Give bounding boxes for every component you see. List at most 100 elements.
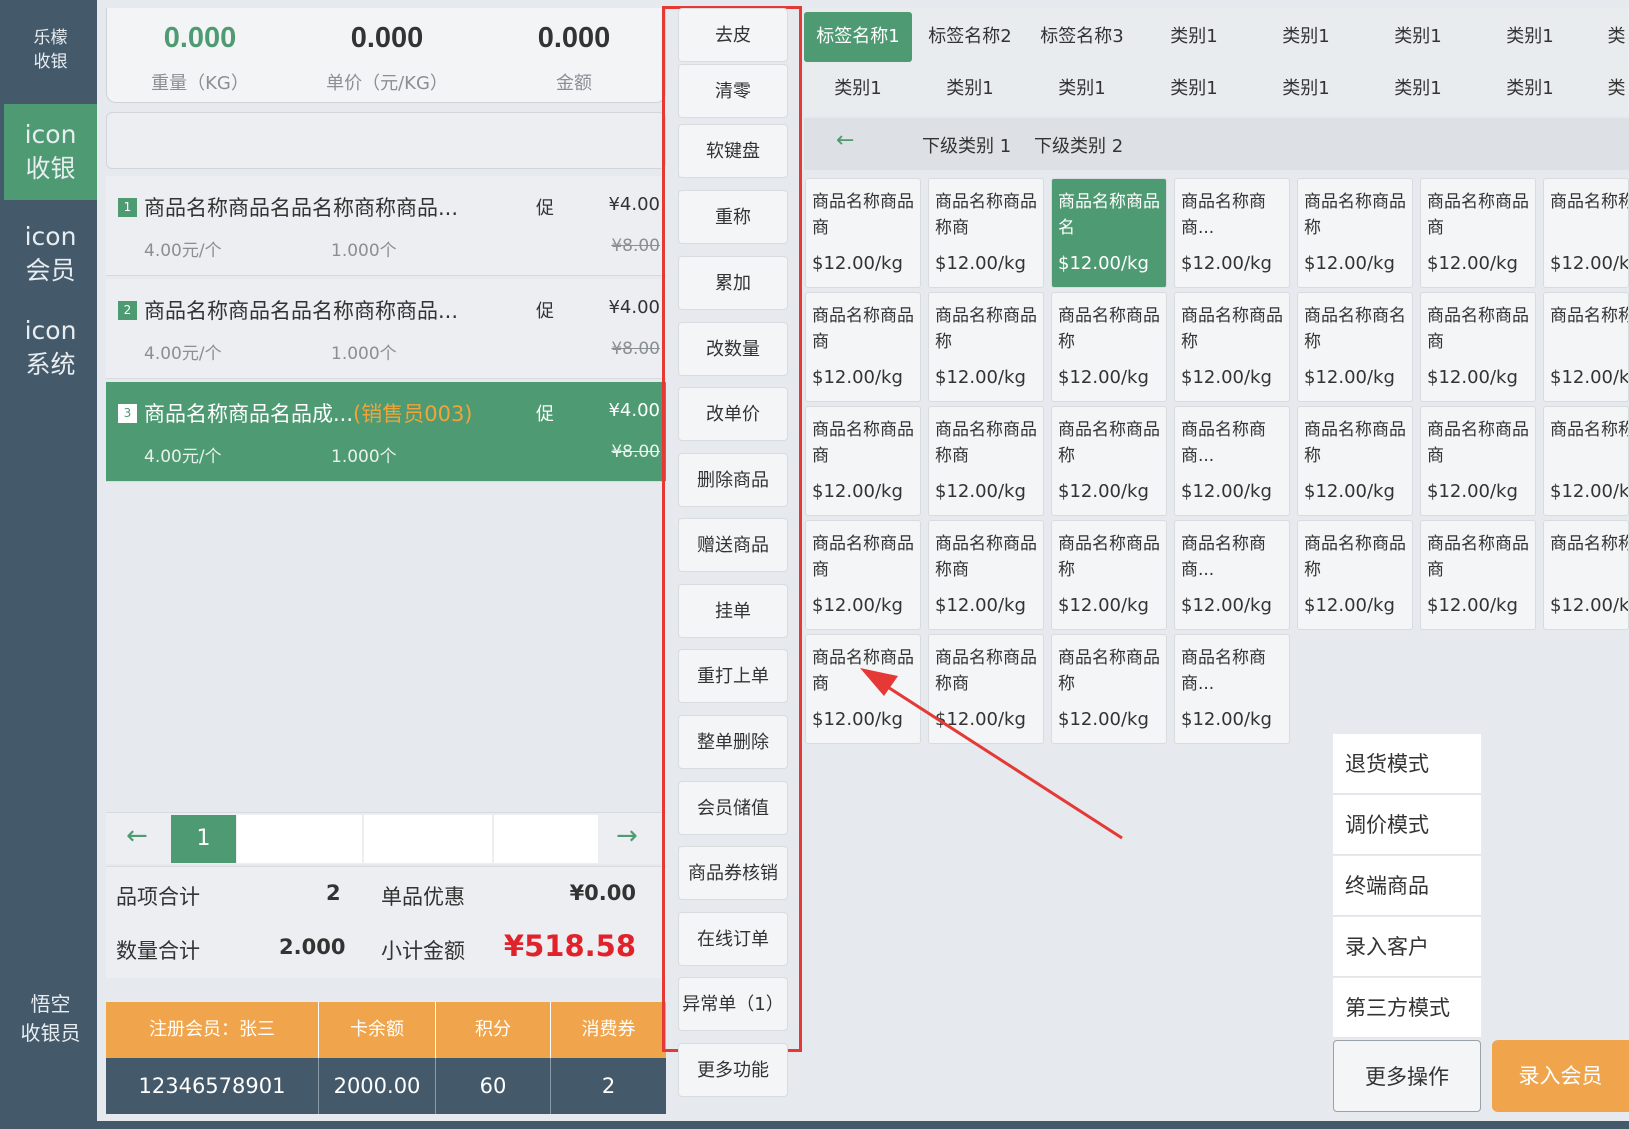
product-tile[interactable]: 商品名称商品商 $12.00/kg: [805, 520, 921, 630]
change-price-button[interactable]: 改单价: [678, 387, 788, 441]
page-slot: [364, 815, 492, 863]
product-tile[interactable]: 商品名称商品称商 $12.00/kg: [928, 178, 1044, 288]
tab-category[interactable]: 类别1: [1364, 12, 1472, 62]
product-tile[interactable]: 商品名称商商... $12.00/kg: [1174, 634, 1290, 744]
product-name: 商品名称商品称: [935, 306, 1037, 352]
product-tile[interactable]: 商品名称商品称 $12.00/kg: [1297, 520, 1413, 630]
menu-item-enter-customer[interactable]: 录入客户: [1333, 917, 1481, 977]
barcode-input[interactable]: [106, 112, 666, 169]
bottom-border: [97, 1121, 1629, 1129]
user-name: 悟空: [30, 992, 71, 1016]
product-price: $12.00/kg: [1181, 709, 1272, 730]
tab-category[interactable]: 类别1: [1476, 64, 1584, 114]
delete-order-button[interactable]: 整单删除: [678, 715, 788, 769]
tab-category[interactable]: 类别1: [1028, 64, 1136, 114]
menu-item-terminal-products[interactable]: 终端商品: [1333, 856, 1481, 916]
tab-category[interactable]: 类别1: [1140, 64, 1248, 114]
reprint-last-button[interactable]: 重打上单: [678, 649, 788, 703]
tab-label-2[interactable]: 标签名称2: [916, 12, 1024, 62]
voucher-redeem-button[interactable]: 商品券核销: [678, 846, 788, 900]
member-name-header[interactable]: 注册会员：张三: [106, 1002, 319, 1058]
more-actions-button[interactable]: 更多操作: [1333, 1040, 1481, 1112]
page-number[interactable]: 1: [171, 815, 236, 863]
hold-order-button[interactable]: 挂单: [678, 584, 788, 638]
product-price: $12.00/kg: [1427, 253, 1518, 274]
product-tile[interactable]: 商品名称商品称商 $12.00/kg: [928, 520, 1044, 630]
online-order-button[interactable]: 在线订单: [678, 912, 788, 966]
abnormal-order-button[interactable]: 异常单（1）: [678, 977, 788, 1031]
item-unit-price: 4.00元/个: [144, 447, 222, 467]
gift-item-button[interactable]: 赠送商品: [678, 518, 788, 572]
product-tile[interactable]: 商品名称商品称 $12.00/kg: [1297, 406, 1413, 516]
product-tile[interactable]: 商品名称商名称 $12.00/kg: [1297, 292, 1413, 402]
product-tile[interactable]: 商品名称商品商 $12.00/kg: [1420, 178, 1536, 288]
menu-item-price-adjust-mode[interactable]: 调价模式: [1333, 795, 1481, 855]
tab-category[interactable]: 类别1: [1476, 12, 1584, 62]
card-balance-value: 2000.00: [319, 1058, 436, 1114]
product-tile[interactable]: 商品名称商品称 $12.00/kg: [1174, 292, 1290, 402]
product-tile[interactable]: 商品名称商商... $12.00/kg: [1174, 406, 1290, 516]
product-tile[interactable]: 商品名称商商... $12.00/kg: [1174, 178, 1290, 288]
subcategory-item[interactable]: 下级类别 2: [1034, 132, 1123, 158]
order-item[interactable]: 1 商品名称商品名品名称商称商品... 促 ¥4.00 4.00元/个 1.00…: [106, 176, 666, 276]
tare-button[interactable]: 去皮: [678, 8, 788, 62]
product-tile[interactable]: 商品名称商品商 $12.00/kg: [1420, 520, 1536, 630]
tab-category[interactable]: 类别1: [1364, 64, 1472, 114]
product-tile[interactable]: 商品名称称 $12.00/kg: [1543, 178, 1629, 288]
tab-category[interactable]: 类别1: [1140, 12, 1248, 62]
product-tile[interactable]: 商品名称称 $12.00/kg: [1543, 406, 1629, 516]
tab-category[interactable]: 类: [1604, 64, 1629, 114]
subcategory-bar: ← 下级类别 1 下级类别 2: [804, 118, 1629, 170]
tab-category[interactable]: 类: [1604, 12, 1629, 62]
sidebar-item-system[interactable]: icon 系统: [4, 314, 97, 382]
product-tile[interactable]: 商品名称商品商 $12.00/kg: [805, 178, 921, 288]
brand-logo: 乐檬 收银: [4, 26, 97, 74]
zero-button[interactable]: 清零: [678, 64, 788, 118]
soft-keyboard-button[interactable]: 软键盘: [678, 124, 788, 178]
product-tile[interactable]: 商品名称商品商 $12.00/kg: [805, 406, 921, 516]
menu-item-return-mode[interactable]: 退货模式: [1333, 734, 1481, 794]
menu-item-third-party-mode[interactable]: 第三方模式: [1333, 978, 1481, 1038]
product-tile[interactable]: 商品名称商品商 $12.00/kg: [1420, 406, 1536, 516]
sidebar-item-member[interactable]: icon 会员: [4, 220, 97, 288]
product-tile[interactable]: 商品名称商品称 $12.00/kg: [928, 292, 1044, 402]
product-tile[interactable]: 商品名称商品称 $12.00/kg: [1051, 292, 1167, 402]
tab-category[interactable]: 类别1: [1252, 12, 1360, 62]
product-tile[interactable]: 商品名称商品商 $12.00/kg: [805, 292, 921, 402]
tab-label-1[interactable]: 标签名称1: [804, 12, 912, 62]
cashier-user[interactable]: 悟空 收银员: [4, 990, 97, 1048]
tab-label-3[interactable]: 标签名称3: [1028, 12, 1136, 62]
back-arrow-icon[interactable]: ←: [836, 128, 854, 153]
cashier-icon: icon: [24, 120, 77, 149]
change-quantity-button[interactable]: 改数量: [678, 322, 788, 376]
subcategory-item[interactable]: 下级类别 1: [922, 132, 1011, 158]
product-tile[interactable]: 商品名称称 $12.00/kg: [1543, 292, 1629, 402]
order-item[interactable]: 2 商品名称商品名品名称商称商品... 促 ¥4.00 4.00元/个 1.00…: [106, 279, 666, 379]
enter-member-button[interactable]: 录入会员: [1492, 1040, 1629, 1112]
points-header: 积分: [436, 1002, 551, 1058]
product-tile[interactable]: 商品名称商品称商 $12.00/kg: [928, 406, 1044, 516]
product-tile[interactable]: 商品名称商品商 $12.00/kg: [1420, 292, 1536, 402]
accumulate-button[interactable]: 累加: [678, 256, 788, 310]
tab-category[interactable]: 类别1: [1252, 64, 1360, 114]
sidebar-item-cashier[interactable]: icon 收银: [4, 104, 97, 200]
product-tile[interactable]: 商品名称称 $12.00/kg: [1543, 520, 1629, 630]
product-price: $12.00/kg: [1550, 595, 1629, 616]
product-tile[interactable]: 商品名称商品称 $12.00/kg: [1051, 406, 1167, 516]
tab-category[interactable]: 类别1: [916, 64, 1024, 114]
more-functions-button[interactable]: 更多功能: [678, 1043, 788, 1097]
order-item-selected[interactable]: 3 商品名称商品名品成...(销售员003) 促 ¥4.00 4.00元/个 1…: [106, 382, 666, 482]
delete-item-button[interactable]: 删除商品: [678, 453, 788, 507]
next-page-arrow-icon[interactable]: →: [616, 821, 638, 851]
tab-category[interactable]: 类别1: [804, 64, 912, 114]
product-tile[interactable]: 商品名称商品称 $12.00/kg: [1297, 178, 1413, 288]
page-slot: [237, 815, 362, 863]
product-tile[interactable]: 商品名称商商... $12.00/kg: [1174, 520, 1290, 630]
prev-page-arrow-icon[interactable]: ←: [126, 821, 148, 851]
promo-badge: 促: [536, 301, 554, 322]
amount-display: 0.000 金额: [481, 8, 667, 95]
member-topup-button[interactable]: 会员储值: [678, 781, 788, 835]
reweigh-button[interactable]: 重称: [678, 190, 788, 244]
product-tile[interactable]: 商品名称商品称 $12.00/kg: [1051, 520, 1167, 630]
product-tile[interactable]: 商品名称商品名 $12.00/kg: [1051, 178, 1167, 288]
